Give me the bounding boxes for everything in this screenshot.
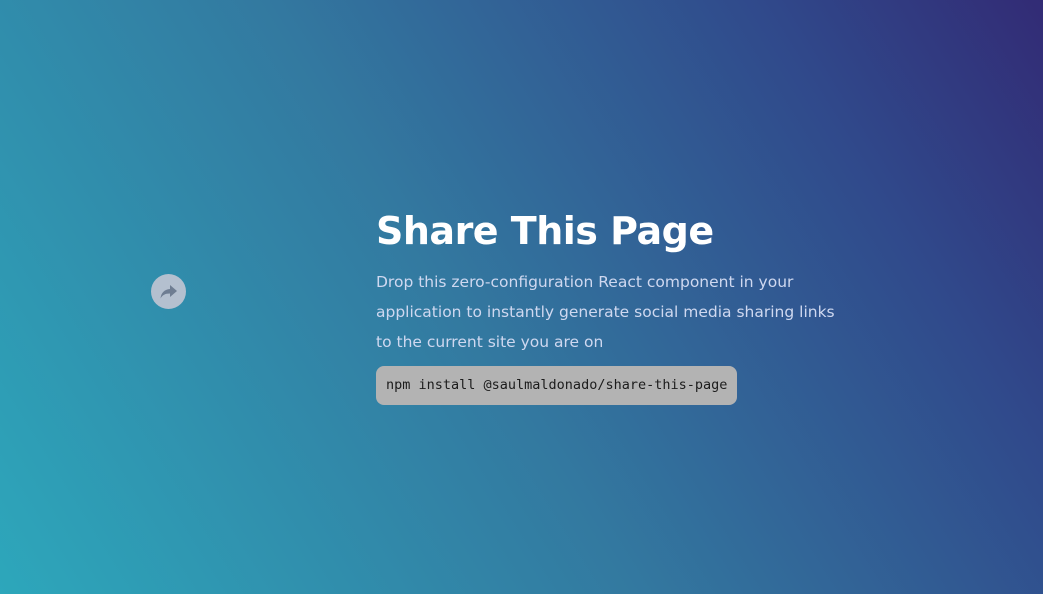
description-text: Drop this zero-configuration React compo… <box>376 273 835 351</box>
share-arrow-icon <box>160 284 177 299</box>
hero-section: Share This Page Drop this zero-configura… <box>376 205 846 405</box>
page-title: Share This Page <box>376 209 714 253</box>
share-button[interactable] <box>151 274 186 309</box>
install-command[interactable]: npm install @saulmaldonado/share-this-pa… <box>376 366 738 405</box>
